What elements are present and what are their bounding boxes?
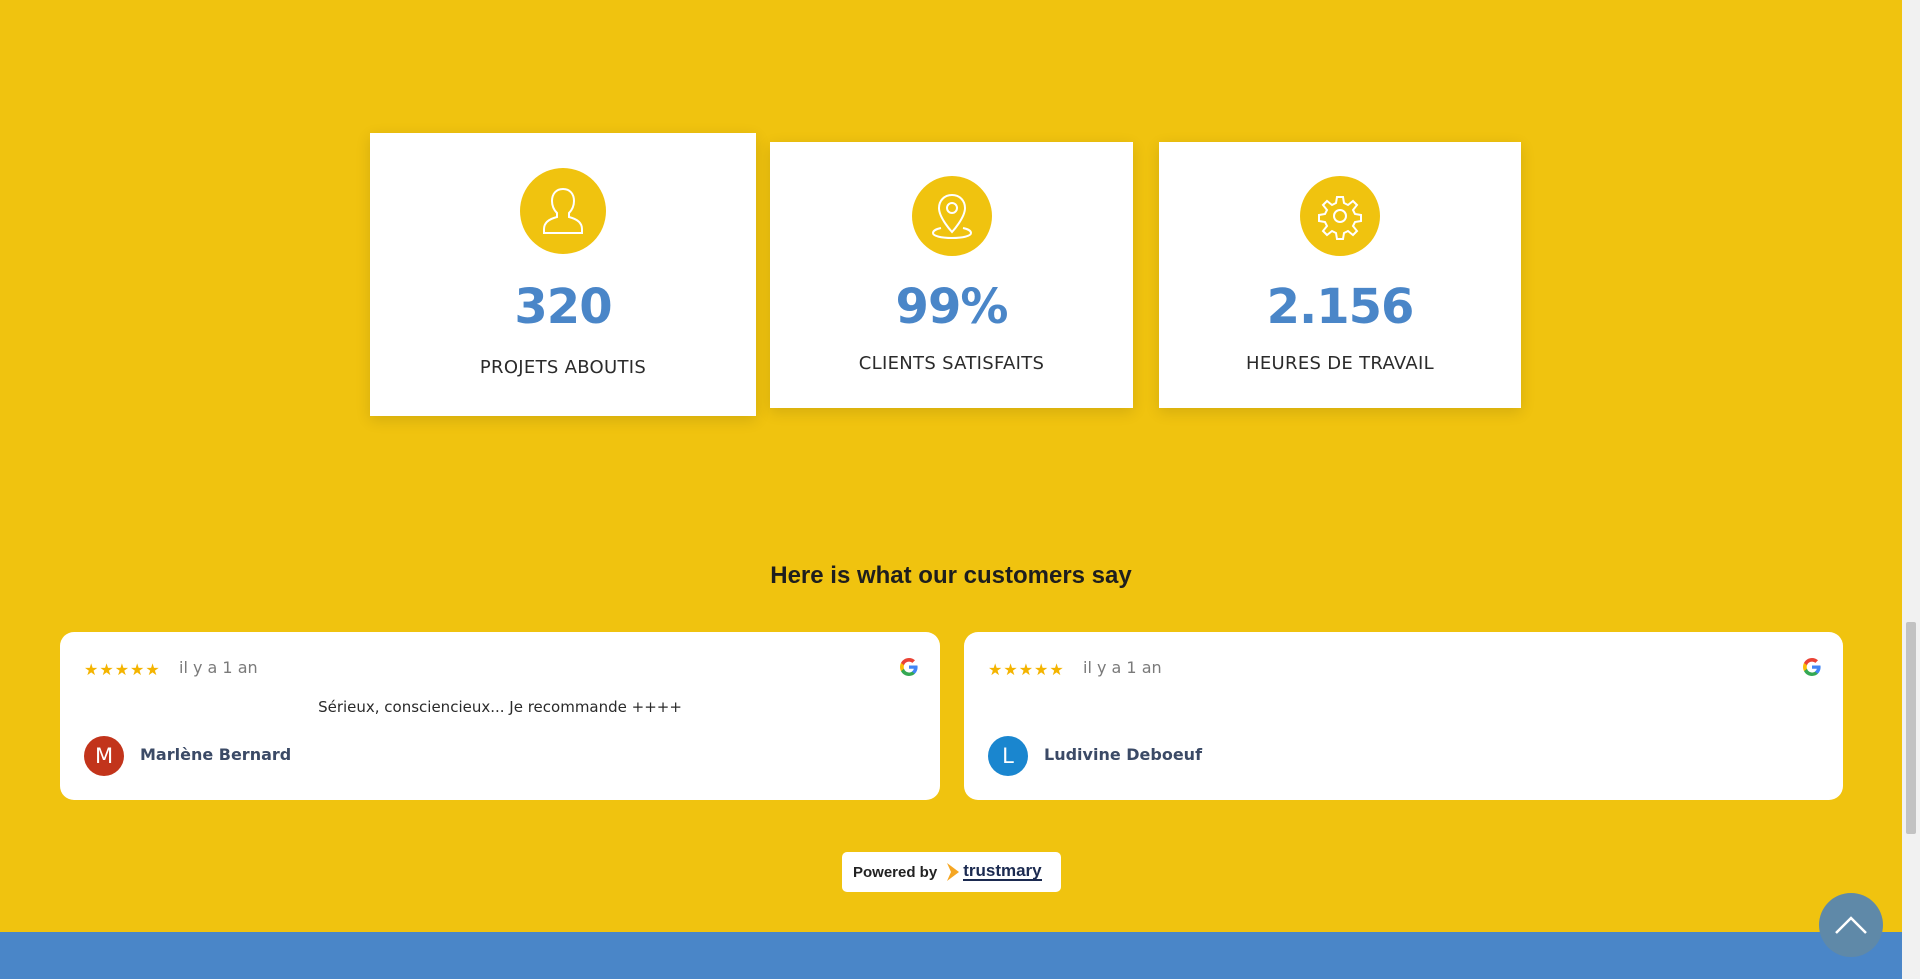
trustmary-wordmark: trustmary xyxy=(963,861,1042,881)
stat-card-projects: 320 PROJETS ABOUTIS xyxy=(370,133,756,416)
user-icon xyxy=(520,168,606,254)
reviewer-name: Ludivine Deboeuf xyxy=(1044,745,1203,764)
scrollbar[interactable] xyxy=(1902,0,1920,979)
star-rating: ★★★★★ xyxy=(84,662,161,679)
trustmary-mark-icon xyxy=(947,863,960,881)
review-time: il y a 1 an xyxy=(179,658,258,677)
powered-by-badge[interactable]: Powered by trustmary xyxy=(842,852,1061,892)
footer-band xyxy=(0,932,1902,979)
review-card: ★★★★★ il y a 1 an L Ludivine Deboeuf xyxy=(964,632,1843,800)
review-card: ★★★★★ il y a 1 an Sérieux, consciencieux… xyxy=(60,632,940,800)
star-rating: ★★★★★ xyxy=(988,662,1065,679)
google-icon[interactable] xyxy=(1803,658,1821,676)
chevron-up-icon xyxy=(1835,916,1867,934)
stat-label: PROJETS ABOUTIS xyxy=(479,357,647,378)
avatar: L xyxy=(988,736,1028,776)
reviews-heading: Here is what our customers say xyxy=(770,562,1132,589)
avatar: M xyxy=(84,736,124,776)
scrollbar-thumb[interactable] xyxy=(1906,622,1916,834)
location-pin-icon xyxy=(911,176,992,256)
review-time: il y a 1 an xyxy=(1083,658,1162,677)
reviewer-name: Marlène Bernard xyxy=(140,745,292,764)
powered-by-label: Powered by xyxy=(853,863,938,881)
stat-card-clients: 99% CLIENTS SATISFAITS xyxy=(770,142,1133,408)
stat-value: 320 xyxy=(514,279,612,335)
google-icon[interactable] xyxy=(900,658,918,676)
gear-icon xyxy=(1300,176,1380,256)
stat-card-hours: 2.156 HEURES DE TRAVAIL xyxy=(1159,142,1521,408)
stat-label: CLIENTS SATISFAITS xyxy=(858,353,1045,374)
stat-value: 99% xyxy=(895,279,1009,335)
scroll-to-top-button[interactable] xyxy=(1819,893,1883,957)
stat-label: HEURES DE TRAVAIL xyxy=(1246,353,1434,374)
review-text: Sérieux, consciencieux... Je recommande … xyxy=(318,698,682,716)
stat-value: 2.156 xyxy=(1266,279,1415,335)
trustmary-logo: trustmary xyxy=(946,861,1042,882)
